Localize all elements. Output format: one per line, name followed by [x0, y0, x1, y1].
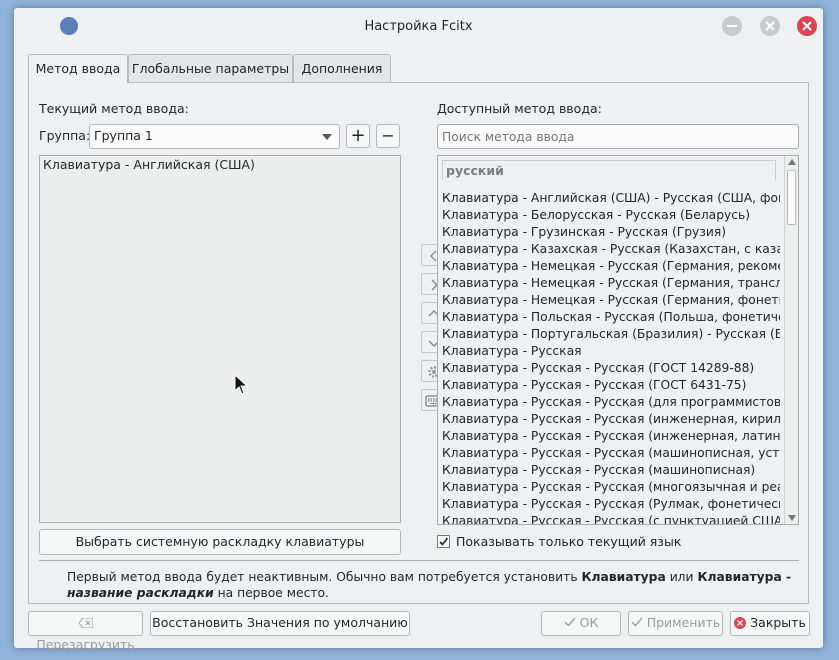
scrollbar-thumb[interactable] — [787, 170, 796, 225]
current-methods-list[interactable]: Клавиатура - Английская (США) — [39, 155, 401, 523]
maximize-icon[interactable] — [760, 16, 780, 36]
scroll-up-icon[interactable] — [788, 159, 796, 165]
list-item[interactable]: Клавиатура - Белорусская - Русская (Бела… — [442, 207, 780, 224]
info-text: Первый метод ввода будет неактивным. Обы… — [67, 569, 797, 601]
search-method-input[interactable] — [437, 124, 799, 149]
language-header[interactable]: русский — [442, 160, 776, 180]
close-icon — [734, 617, 747, 629]
list-item[interactable]: Клавиатура - Русская — [442, 343, 780, 360]
close-label: Закрыть — [750, 615, 806, 630]
remove-method-button[interactable]: − — [376, 124, 400, 148]
apply-label: Применить — [646, 615, 721, 630]
list-item[interactable]: Клавиатура - Грузинская - Русская (Грузи… — [442, 224, 780, 241]
list-item[interactable]: Клавиатура - Русская - Русская (Рулмак, … — [442, 496, 780, 513]
checkmark-icon — [439, 537, 449, 546]
list-item[interactable]: Клавиатура - Русская - Русская (с пункту… — [442, 513, 780, 524]
reload-button[interactable]: Перезагрузить — [28, 611, 143, 652]
divider — [39, 560, 799, 561]
group-select-value: Группа 1 — [94, 128, 153, 143]
restore-defaults-button[interactable]: Восстановить Значения по умолчанию — [150, 611, 410, 636]
info-text-part: на первое место. — [213, 586, 329, 600]
tab-addons[interactable]: Дополнения — [293, 54, 391, 82]
title-bar[interactable]: Настройка Fcitx — [14, 8, 823, 44]
ok-button[interactable]: ОК — [541, 611, 621, 636]
select-system-layout-button[interactable]: Выбрать системную раскладку клавиатуры — [39, 529, 401, 555]
list-item[interactable]: Клавиатура - Польская - Русская (Польша,… — [442, 309, 780, 326]
list-item[interactable]: Клавиатура - Русская - Русская (многоязы… — [442, 479, 780, 496]
list-item[interactable]: Клавиатура - Русская - Русская (ГОСТ 142… — [442, 360, 780, 377]
list-item[interactable]: Клавиатура - Немецкая - Русская (Германи… — [442, 275, 780, 292]
list-item[interactable]: Клавиатура - Казахская - Русская (Казахс… — [442, 241, 780, 258]
list-item[interactable]: Клавиатура - Русская - Русская (машинопи… — [442, 462, 780, 479]
list-item[interactable]: Клавиатура - Английская (США) - Русская … — [442, 190, 780, 207]
only-current-language-checkbox[interactable] — [437, 535, 450, 548]
list-item[interactable]: Клавиатура - Немецкая - Русская (Германи… — [442, 258, 780, 275]
available-method-label: Доступный метод ввода: — [437, 101, 602, 116]
clear-icon — [77, 617, 93, 629]
ok-label: ОК — [579, 615, 599, 630]
scrollbar[interactable] — [784, 156, 798, 524]
list-item[interactable]: Клавиатура - Английская (США) — [43, 157, 255, 172]
reload-label: Перезагрузить — [36, 637, 135, 652]
tab-global-settings[interactable]: Глобальные параметры — [128, 54, 293, 82]
available-methods-list[interactable]: русский Клавиатура - Английская (США) - … — [437, 155, 799, 525]
current-method-label: Текущий метод ввода: — [39, 101, 189, 116]
chevron-down-icon — [322, 134, 332, 140]
info-bold-keyboard-dash: Клавиатура - — [697, 570, 792, 584]
list-item[interactable]: Клавиатура - Португальская (Бразилия) - … — [442, 326, 780, 343]
only-current-language-label[interactable]: Показывать только текущий язык — [456, 534, 681, 549]
list-item[interactable]: Клавиатура - Русская - Русская (инженерн… — [442, 411, 780, 428]
list-item[interactable]: Клавиатура - Русская - Русская (машинопи… — [442, 445, 780, 462]
list-item[interactable]: Клавиатура - Русская - Русская (ГОСТ 643… — [442, 377, 780, 394]
check-icon — [631, 617, 643, 627]
list-item[interactable]: Клавиатура - Русская - Русская (для прог… — [442, 394, 780, 411]
close-window-icon[interactable] — [797, 16, 817, 36]
list-item[interactable]: Клавиатура - Русская - Русская (инженерн… — [442, 428, 780, 445]
group-select[interactable]: Группа 1 — [89, 124, 340, 149]
mouse-cursor-icon — [234, 374, 249, 395]
minimize-icon[interactable] — [722, 16, 742, 36]
tab-panel: Текущий метод ввода: Группа: Группа 1 + … — [28, 82, 809, 604]
tab-input-method[interactable]: Метод ввода — [28, 54, 128, 83]
add-method-button[interactable]: + — [346, 124, 370, 148]
scroll-down-icon[interactable] — [788, 515, 796, 521]
dialog-window: Настройка Fcitx Метод ввода Глобальные п… — [14, 8, 823, 652]
check-icon — [564, 617, 576, 627]
apply-button[interactable]: Применить — [628, 611, 723, 636]
list-item[interactable]: Клавиатура - Немецкая - Русская (Германи… — [442, 292, 780, 309]
info-layout-name: название раскладки — [67, 586, 214, 600]
info-text-part: Первый метод ввода будет неактивным. Обы… — [67, 570, 582, 584]
close-button[interactable]: Закрыть — [730, 611, 810, 636]
group-label: Группа: — [39, 128, 91, 143]
window-title: Настройка Fcitx — [364, 19, 473, 34]
info-text-part: или — [665, 570, 698, 584]
info-bold-keyboard: Клавиатура — [581, 570, 666, 584]
